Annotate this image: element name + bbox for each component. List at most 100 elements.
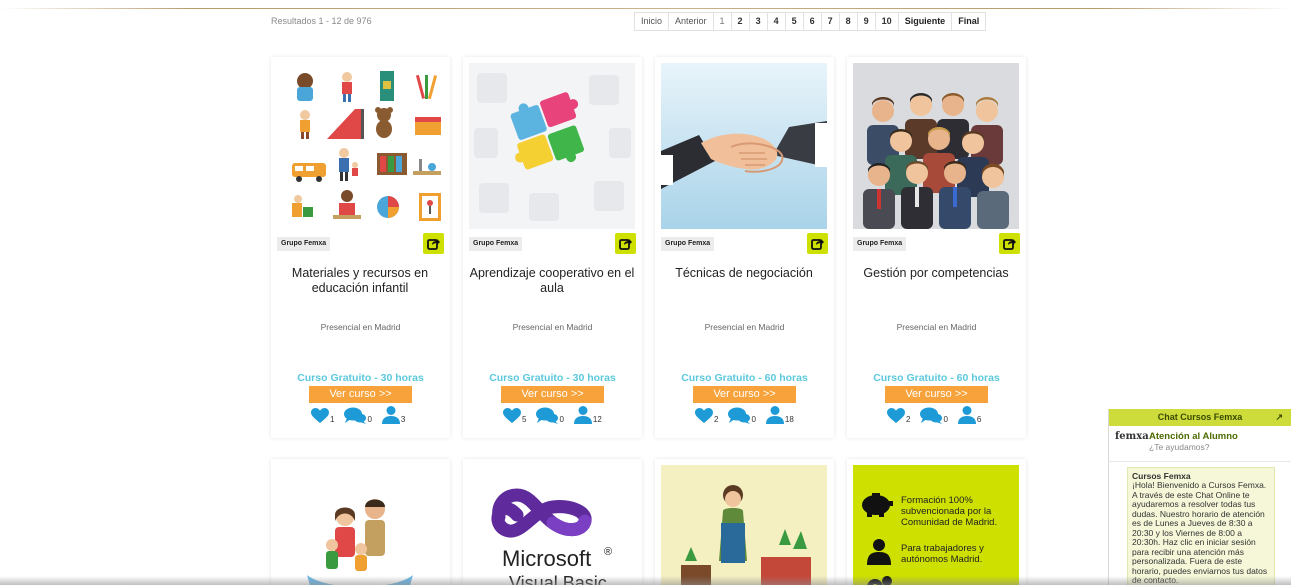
pagination-page-7[interactable]: 7 — [822, 13, 840, 30]
ms-name: Microsoft — [502, 546, 591, 571]
comments-icon — [536, 407, 559, 424]
pagination-page-5[interactable]: 5 — [786, 13, 804, 30]
pagination-page-3[interactable]: 3 — [750, 13, 768, 30]
course-card[interactable] — [655, 459, 834, 585]
view-course-button[interactable]: Ver curso >> — [501, 386, 604, 403]
heart-icon — [887, 408, 905, 423]
user-icon — [573, 406, 592, 424]
heart-icon — [503, 408, 521, 423]
course-price: Curso Gratuito - 30 horas — [489, 372, 616, 384]
comments-stat[interactable]: 0 — [728, 407, 756, 424]
promo-line-2: Para trabajadores y autónomos Madrid. — [901, 543, 984, 565]
course-stats: 1 0 3 — [311, 406, 441, 424]
students-stat[interactable]: 18 — [765, 406, 794, 424]
course-card[interactable]: Grupo Femxa Técnicas de negociación Pres… — [655, 57, 834, 438]
view-course-button[interactable]: Ver curso >> — [693, 386, 796, 403]
share-icon[interactable] — [615, 233, 636, 254]
comments-stat[interactable]: 0 — [344, 407, 372, 424]
comments-stat[interactable]: 0 — [536, 407, 564, 424]
top-divider — [0, 8, 1291, 9]
course-card[interactable]: Formación 100% subvencionada por la Comu… — [847, 459, 1026, 585]
bottom-shadow — [0, 576, 1291, 585]
comments-icon — [920, 407, 943, 424]
likes-count: 2 — [714, 415, 719, 424]
user-icon — [765, 406, 784, 424]
students-stat[interactable]: 3 — [381, 406, 405, 424]
pagination-page-8[interactable]: 8 — [840, 13, 858, 30]
likes-count: 5 — [522, 415, 527, 424]
chat-agent-name: Atención al Alumno — [1149, 431, 1238, 442]
course-card[interactable]: Grupo Femxa Aprendizaje cooperativo en e… — [463, 57, 642, 438]
view-course-button[interactable]: Ver curso >> — [885, 386, 988, 403]
course-card[interactable]: Microsoft ® Visual Basic — [463, 459, 642, 585]
likes-count: 2 — [906, 415, 911, 424]
pagination-page-9[interactable]: 9 — [858, 13, 876, 30]
chat-widget[interactable]: Chat Cursos Femxa ↗ femxa Atención al Al… — [1108, 409, 1291, 585]
likes-stat[interactable]: 2 — [887, 408, 910, 424]
pagination-page-4[interactable]: 4 — [768, 13, 786, 30]
chat-agent: femxa Atención al Alumno ¿Te ayudamos? — [1109, 426, 1291, 462]
pagination-page-6[interactable]: 6 — [804, 13, 822, 30]
provider-tag: Grupo Femxa — [661, 237, 715, 251]
provider-tag: Grupo Femxa — [277, 237, 331, 251]
course-promo-banner[interactable]: Formación 100% subvencionada por la Comu… — [853, 465, 1019, 585]
pagination-prev[interactable]: Anterior — [669, 13, 714, 30]
students-stat[interactable]: 12 — [573, 406, 602, 424]
provider-tag: Grupo Femxa — [469, 237, 523, 251]
course-stats: 2 0 6 — [887, 406, 1017, 424]
comments-stat[interactable]: 0 — [920, 407, 948, 424]
course-image-family[interactable] — [277, 465, 443, 585]
course-card[interactable] — [271, 459, 450, 585]
course-card[interactable]: Grupo Femxa Gestión por competencias Pre… — [847, 57, 1026, 438]
heart-icon — [311, 408, 329, 423]
piggy-bank-icon — [862, 493, 893, 517]
pagination-page-1[interactable]: 1 — [714, 13, 732, 30]
course-image-handshake[interactable] — [661, 63, 827, 229]
share-icon[interactable] — [999, 233, 1020, 254]
chat-agent-prompt: ¿Te ayudamos? — [1149, 442, 1210, 452]
course-card[interactable]: Grupo Femxa Materiales y recursos en edu… — [271, 57, 450, 438]
comments-count: 0 — [559, 415, 564, 424]
likes-stat[interactable]: 1 — [311, 408, 334, 424]
heart-icon — [695, 408, 713, 423]
likes-stat[interactable]: 2 — [695, 408, 718, 424]
share-icon[interactable] — [807, 233, 828, 254]
comments-icon — [344, 407, 367, 424]
chat-message-body: ¡Hola! Bienvenido a Cursos Femxa. A trav… — [1132, 480, 1268, 584]
course-mode: Presencial en Madrid — [512, 322, 593, 332]
course-image-kindergarten[interactable] — [277, 63, 443, 229]
students-count: 6 — [976, 415, 982, 424]
chat-title: Chat Cursos Femxa — [1157, 412, 1243, 422]
course-title[interactable]: Materiales y recursos en educación infan… — [277, 266, 443, 296]
course-title[interactable]: Técnicas de negociación — [661, 266, 827, 281]
course-mode: Presencial en Madrid — [320, 322, 401, 332]
user-icon — [381, 406, 400, 424]
course-price: Curso Gratuito - 30 horas — [297, 372, 424, 384]
pagination-next[interactable]: Siguiente — [899, 13, 953, 30]
course-title[interactable]: Gestión por competencias — [853, 266, 1019, 281]
course-image-team[interactable] — [853, 63, 1019, 229]
pagination-page-10[interactable]: 10 — [876, 13, 899, 30]
share-icon[interactable] — [423, 233, 444, 254]
provider-tag: Grupo Femxa — [853, 237, 907, 251]
chat-header[interactable]: Chat Cursos Femxa ↗ — [1109, 409, 1291, 426]
comments-count: 0 — [751, 415, 756, 424]
course-stats: 2 0 18 — [695, 406, 825, 424]
course-stats: 5 0 12 — [503, 406, 633, 424]
course-title[interactable]: Aprendizaje cooperativo en el aula — [469, 266, 635, 296]
results-count: Resultados 1 - 12 de 976 — [271, 16, 372, 26]
likes-stat[interactable]: 5 — [503, 408, 526, 424]
course-image-puzzle[interactable] — [469, 63, 635, 229]
pagination-first[interactable]: Inicio — [635, 13, 670, 30]
chat-message: Cursos Femxa ¡Hola! Bienvenido a Cursos … — [1127, 467, 1275, 585]
students-count: 12 — [592, 415, 602, 424]
students-stat[interactable]: 6 — [957, 406, 982, 424]
view-course-button[interactable]: Ver curso >> — [309, 386, 412, 403]
course-mode: Presencial en Madrid — [896, 322, 977, 332]
pagination-last[interactable]: Final — [952, 13, 985, 30]
pagination-page-2[interactable]: 2 — [732, 13, 750, 30]
course-image-gardener[interactable] — [661, 465, 827, 585]
course-image-visual-basic[interactable]: Microsoft ® Visual Basic — [469, 465, 635, 585]
expand-icon[interactable]: ↗ — [1275, 409, 1283, 426]
comments-count: 0 — [943, 415, 948, 424]
